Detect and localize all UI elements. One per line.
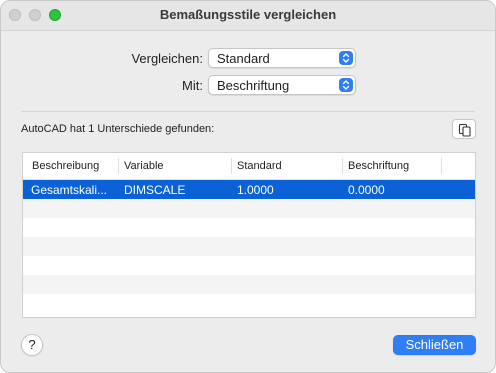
with-select[interactable]: Beschriftung bbox=[208, 75, 356, 95]
with-label: Mit: bbox=[182, 78, 203, 93]
cell-beschreibung: Gesamtskali... bbox=[31, 183, 108, 197]
column-separator[interactable] bbox=[118, 158, 119, 174]
close-button[interactable]: Schließen bbox=[393, 335, 476, 355]
result-text: AutoCAD hat 1 Unterschiede gefunden: bbox=[21, 123, 215, 135]
table-header: Beschreibung Variable Standard Beschrift… bbox=[23, 153, 475, 180]
cell-standard: 1.0000 bbox=[237, 183, 274, 197]
compare-label: Vergleichen: bbox=[131, 51, 203, 66]
compare-select-value: Standard bbox=[217, 51, 270, 66]
empty-row bbox=[23, 237, 475, 256]
copy-button[interactable] bbox=[452, 119, 476, 139]
column-header-variable[interactable]: Variable bbox=[124, 160, 164, 172]
empty-row bbox=[23, 218, 475, 237]
help-button[interactable]: ? bbox=[21, 334, 43, 356]
cell-beschriftung: 0.0000 bbox=[348, 183, 385, 197]
cell-variable: DIMSCALE bbox=[124, 183, 186, 197]
compare-select[interactable]: Standard bbox=[208, 48, 356, 68]
column-separator[interactable] bbox=[342, 158, 343, 174]
empty-row bbox=[23, 294, 475, 313]
column-header-beschreibung[interactable]: Beschreibung bbox=[32, 160, 99, 172]
window-title: Bemaßungsstile vergleichen bbox=[159, 7, 337, 22]
copy-icon bbox=[458, 123, 471, 137]
with-select-value: Beschriftung bbox=[217, 78, 290, 93]
column-header-standard[interactable]: Standard bbox=[237, 160, 282, 172]
dialog-window: Bemaßungsstile vergleichen Vergleichen: … bbox=[0, 0, 496, 373]
column-header-beschriftung[interactable]: Beschriftung bbox=[348, 160, 409, 172]
empty-row bbox=[23, 275, 475, 294]
column-separator[interactable] bbox=[441, 158, 442, 174]
table-row[interactable]: Gesamtskali... DIMSCALE 1.0000 0.0000 bbox=[23, 180, 475, 199]
divider bbox=[21, 111, 475, 112]
empty-row bbox=[23, 199, 475, 218]
column-separator[interactable] bbox=[231, 158, 232, 174]
title-bar: Bemaßungsstile vergleichen bbox=[1, 1, 495, 31]
chevron-updown-icon bbox=[339, 51, 353, 65]
chevron-updown-icon bbox=[339, 78, 353, 92]
empty-row bbox=[23, 256, 475, 275]
differences-table[interactable]: Beschreibung Variable Standard Beschrift… bbox=[22, 152, 476, 318]
